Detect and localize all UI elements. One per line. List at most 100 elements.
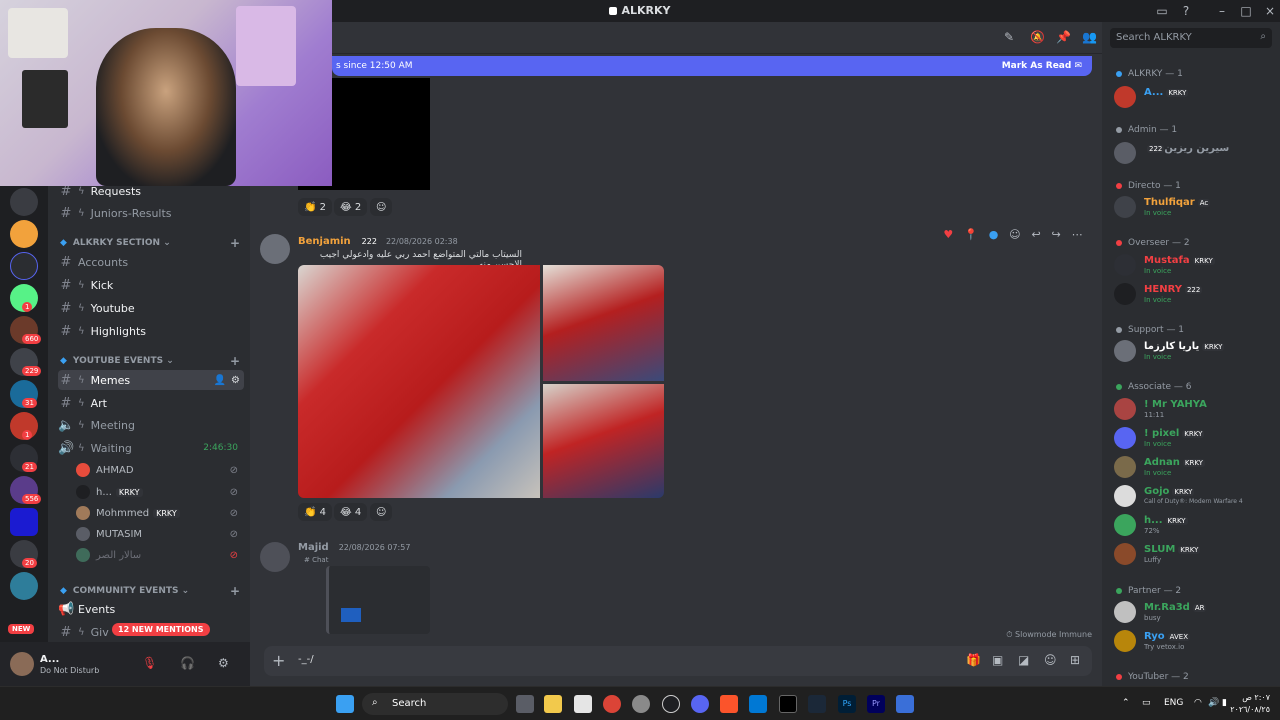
reaction[interactable]: 😂 2 <box>334 198 368 216</box>
app-icon[interactable] <box>749 695 767 713</box>
add-channel-icon[interactable]: + <box>230 354 240 368</box>
heart-reaction-icon[interactable]: ♥ <box>943 228 953 241</box>
member-item[interactable]: ! pixel KRKY In voice <box>1114 425 1274 453</box>
reaction[interactable]: 👏 2 <box>298 198 333 216</box>
clock[interactable]: ٢:٠٧ ص ٢٠٢٦/٠٨/٢٥ <box>1230 692 1270 716</box>
message-image[interactable] <box>298 265 540 498</box>
member-item[interactable]: سيرين ريزين222 <box>1114 140 1274 168</box>
more-icon[interactable]: ⋯ <box>1072 228 1083 241</box>
gift-icon[interactable]: 🎁 <box>966 653 981 667</box>
attach-icon[interactable]: + <box>272 651 285 670</box>
steam-icon[interactable] <box>808 695 826 713</box>
file-explorer-icon[interactable] <box>544 695 562 713</box>
voice-user[interactable]: h... KRKY ⊘ <box>76 482 244 502</box>
member-item[interactable]: HENRY 222 In voice <box>1114 281 1274 309</box>
add-channel-icon[interactable]: + <box>230 236 240 250</box>
channel-juniors-results[interactable]: # ϟ Juniors-Results <box>58 203 244 223</box>
voice-user[interactable]: MUTASIM ⊘ <box>76 524 244 544</box>
notification-muted-icon[interactable]: 🔕 <box>1030 30 1045 44</box>
store-icon[interactable] <box>574 695 592 713</box>
network-icon[interactable]: ▭ <box>1142 698 1151 708</box>
category-alkrky-section[interactable]: ◆ ALKRKY SECTION ⌄ + <box>60 236 246 250</box>
capcut-icon[interactable] <box>779 695 797 713</box>
premiere-icon[interactable]: Pr <box>867 695 885 713</box>
server-icon[interactable] <box>10 508 38 536</box>
reply-icon[interactable]: ↩ <box>1031 228 1040 241</box>
inbox-icon[interactable]: ▭ <box>1154 3 1170 19</box>
voice-user[interactable]: AHMAD ⊘ <box>76 460 244 480</box>
channel-youtube[interactable]: # ϟ Youtube <box>58 298 244 318</box>
message-image[interactable] <box>543 265 664 381</box>
app-icon[interactable] <box>896 695 914 713</box>
add-reaction-icon[interactable]: ☺ <box>1009 228 1020 241</box>
volume-icon[interactable]: 🔊 <box>1208 698 1219 708</box>
help-icon[interactable]: ? <box>1178 3 1194 19</box>
avatar[interactable] <box>10 652 34 676</box>
channel-events[interactable]: 📢 Events <box>58 599 244 619</box>
channel-waiting[interactable]: 🔊 ϟ Waiting 2:46:30 <box>58 438 244 458</box>
avatar[interactable] <box>260 234 290 264</box>
reaction[interactable]: 😂 4 <box>334 503 368 521</box>
app-icon[interactable] <box>662 695 680 713</box>
channel-accounts[interactable]: # Accounts <box>58 252 244 272</box>
server-icon[interactable] <box>10 572 38 600</box>
gear-icon[interactable]: ⚙ <box>231 375 240 386</box>
reply-channel[interactable]: # Chat <box>304 556 328 564</box>
member-item[interactable]: Ryo AVEX Try vetox.io <box>1114 628 1274 656</box>
gear-icon[interactable]: ⚙ <box>218 656 229 670</box>
server-icon[interactable] <box>10 252 38 280</box>
category-community-events[interactable]: ◆ COMMUNITY EVENTS ⌄ + <box>60 584 246 598</box>
brave-icon[interactable] <box>720 695 738 713</box>
taskbar-search[interactable]: ⌕ Search <box>362 693 508 715</box>
pin-icon[interactable]: 📌 <box>1056 30 1071 44</box>
new-mentions-pill[interactable]: 12 NEW MENTIONS <box>112 623 210 636</box>
task-view-icon[interactable] <box>516 695 534 713</box>
voice-user[interactable]: Mohmmed KRKY ⊘ <box>76 503 244 523</box>
forward-icon[interactable]: ↪ <box>1052 228 1061 241</box>
chrome-icon[interactable] <box>603 695 621 713</box>
member-item[interactable]: Gojo KRKY Call of Duty®: Modern Warfare 4 <box>1114 483 1274 511</box>
category-youtube-events[interactable]: ◆ YOUTUBE EVENTS ⌄ + <box>60 354 246 368</box>
channel-kick[interactable]: # ϟ Kick <box>58 275 244 295</box>
server-icon[interactable] <box>10 188 38 216</box>
minimize-icon[interactable]: – <box>1214 3 1230 19</box>
message-image[interactable] <box>543 384 664 498</box>
voice-user[interactable]: سالار الصر ⊘ <box>76 545 244 565</box>
add-reaction-button[interactable]: ☺ <box>370 198 393 216</box>
photoshop-icon[interactable]: Ps <box>838 695 856 713</box>
threads-icon[interactable]: ✎ <box>1004 30 1014 44</box>
apps-icon[interactable]: ⊞ <box>1070 653 1080 667</box>
headset-muted-icon[interactable]: 🎧 <box>180 656 195 670</box>
message-author[interactable]: Benjamin <box>298 236 351 247</box>
channel-memes[interactable]: # ϟ Memes 👤 ⚙ <box>58 370 244 390</box>
channel-highlights[interactable]: # ϟ Highlights <box>58 321 244 341</box>
emoji-icon[interactable]: ☺ <box>1044 653 1057 667</box>
add-reaction-button[interactable]: ☺ <box>370 503 393 521</box>
avatar[interactable] <box>260 542 290 572</box>
battery-icon[interactable]: ▮ <box>1222 698 1227 708</box>
mark-as-read-button[interactable]: Mark As Read ✉ <box>1002 61 1082 71</box>
search-input[interactable]: Search ALKRKY ⌕ <box>1110 28 1272 48</box>
member-item[interactable]: Mustafa KRKY In voice <box>1114 252 1274 280</box>
server-icon[interactable] <box>10 220 38 248</box>
member-list-icon[interactable]: 👥 <box>1082 30 1097 44</box>
member-item[interactable]: SLUM KRKY Luffy <box>1114 541 1274 569</box>
message-author[interactable]: Majid <box>298 542 329 553</box>
wifi-icon[interactable]: ◠ <box>1194 698 1202 708</box>
message-input[interactable] <box>298 654 898 665</box>
new-messages-bar[interactable]: s since 12:50 AM Mark As Read ✉ <box>332 56 1092 76</box>
maximize-icon[interactable]: □ <box>1238 3 1254 19</box>
channel-meeting[interactable]: 🔈 ϟ Meeting <box>58 415 244 435</box>
close-icon[interactable]: × <box>1262 3 1278 19</box>
start-icon[interactable] <box>336 695 354 713</box>
discord-icon[interactable] <box>691 695 709 713</box>
tray-chevron-icon[interactable]: ⌃ <box>1122 698 1130 708</box>
reaction-icon[interactable]: ● <box>989 228 999 241</box>
app-icon[interactable] <box>632 695 650 713</box>
member-item[interactable]: h... KRKY 72% <box>1114 512 1274 540</box>
member-item[interactable]: Thulfiqar Ac In voice <box>1114 194 1274 222</box>
gif-icon[interactable]: ▣ <box>992 653 1003 667</box>
reaction[interactable]: 👏 4 <box>298 503 333 521</box>
channel-art[interactable]: # ϟ Art <box>58 393 244 413</box>
pin-reaction-icon[interactable]: 📍 <box>964 228 978 241</box>
